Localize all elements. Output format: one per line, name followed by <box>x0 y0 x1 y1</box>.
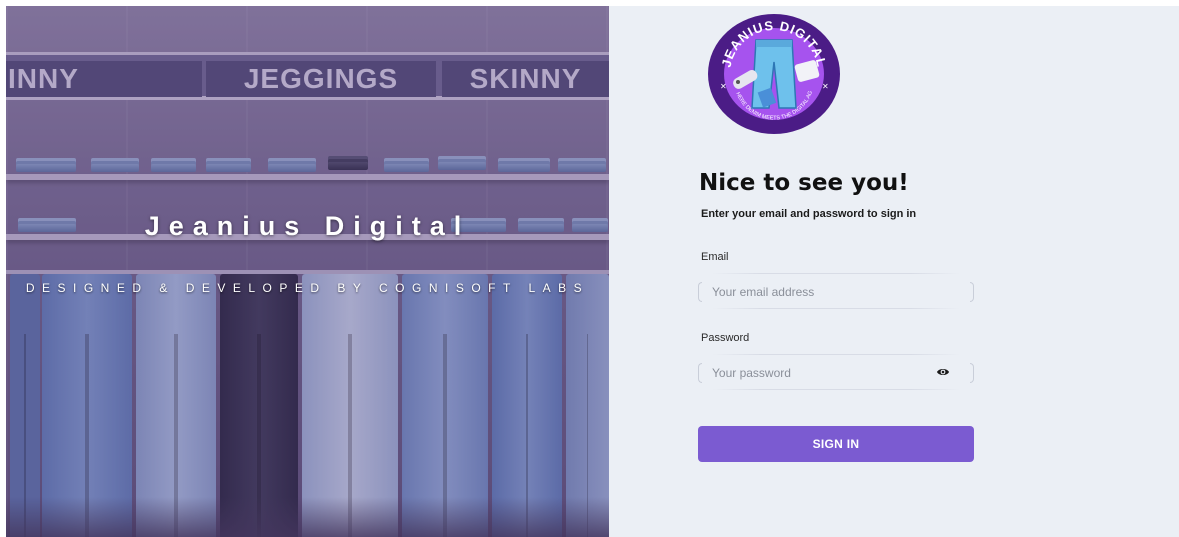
close-icon: ✕ <box>720 82 727 91</box>
field-border <box>970 282 974 302</box>
email-field[interactable] <box>712 281 932 303</box>
field-border <box>970 363 974 383</box>
password-field-wrapper <box>698 354 974 390</box>
field-border <box>698 363 702 383</box>
purple-overlay <box>6 6 609 537</box>
eye-icon[interactable] <box>936 366 950 378</box>
field-border <box>712 308 960 309</box>
password-label: Password <box>701 332 750 344</box>
field-border <box>712 389 960 390</box>
page-title: Nice to see you! <box>699 170 909 196</box>
password-field[interactable] <box>712 362 932 384</box>
email-label: Email <box>701 251 729 263</box>
field-border <box>698 282 702 302</box>
hero-title: Jeanius Digital <box>144 211 471 241</box>
hero-subtitle: DESIGNED & DEVELOPED BY COGNISOFT LABS <box>25 281 590 295</box>
signin-panel: JEANIUS DIGITAL WHERE DENIM MEETS THE DI… <box>609 6 1179 537</box>
field-border <box>712 354 960 355</box>
jeanius-digital-logo: JEANIUS DIGITAL WHERE DENIM MEETS THE DI… <box>706 12 840 134</box>
sign-in-button[interactable]: SIGN IN <box>698 426 974 462</box>
close-icon: ✕ <box>822 82 829 91</box>
hero-banner: INNY JEGGINGS SKINNY Jeanius Digital DES… <box>6 6 609 537</box>
page-subtitle: Enter your email and password to sign in <box>701 208 917 220</box>
field-border <box>712 273 960 274</box>
email-field-wrapper <box>698 273 974 309</box>
